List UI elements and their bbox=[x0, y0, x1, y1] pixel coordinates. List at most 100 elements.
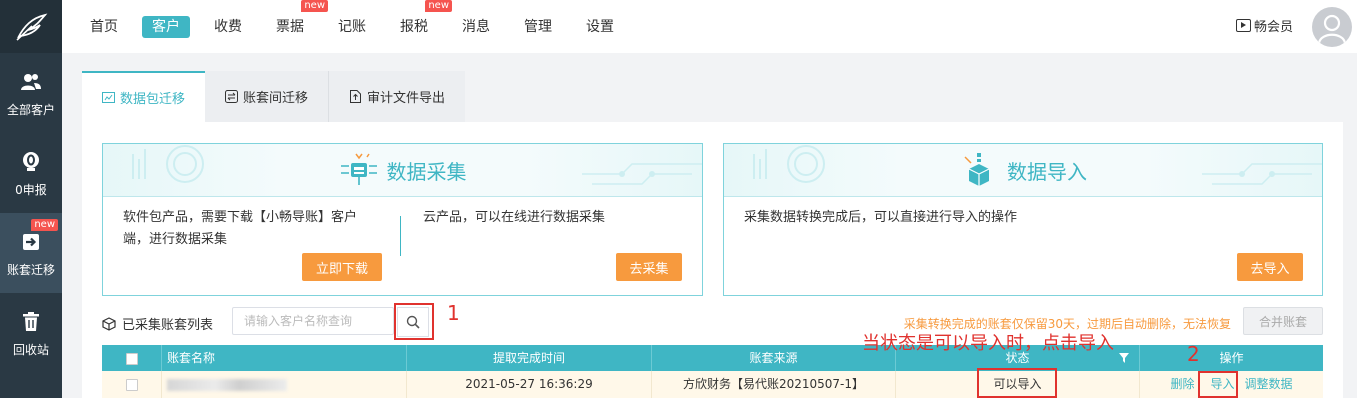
sidebar-item-label: 账套迁移 bbox=[6, 262, 55, 277]
tab-label: 审计文件导出 bbox=[367, 91, 446, 106]
sidebar-item-label: 回收站 bbox=[12, 342, 49, 357]
top-nav: 首页 客户 收费 票据 new 记账 报税 new 消息 管理 设置 畅会员 bbox=[62, 0, 1357, 53]
annotation-step-2: 2 bbox=[1187, 342, 1200, 366]
nav-label: 记账 bbox=[338, 18, 366, 35]
migration-tabs: 数据包迁移 账套间迁移 审计文件导出 bbox=[82, 71, 466, 122]
source-cell: 方欣财务【易代账20210507-1】 bbox=[652, 371, 896, 398]
th-name: 账套名称 bbox=[162, 345, 407, 371]
tab-data-package-migration[interactable]: 数据包迁移 bbox=[82, 71, 206, 122]
new-badge: new bbox=[301, 0, 328, 12]
sidebar-item-ledger-migration[interactable]: new 账套迁移 bbox=[0, 213, 62, 293]
merge-ledgers-button[interactable]: 合并账套 bbox=[1243, 307, 1323, 335]
nav-label: 客户 bbox=[152, 18, 180, 35]
ledger-table: 账套名称 提取完成时间 账套来源 状态 操作 2021-05-27 16:36:… bbox=[102, 345, 1323, 398]
sidebar-item-label: 0申报 bbox=[15, 182, 47, 197]
migrate-icon bbox=[21, 229, 41, 255]
go-collect-button[interactable]: 去采集 bbox=[616, 253, 682, 281]
circuit-decoration-icon bbox=[132, 145, 204, 183]
card-header: 数据采集 bbox=[103, 144, 702, 197]
import-description-text: 采集数据转换完成后，可以直接进行导入的操作 bbox=[744, 210, 1018, 225]
list-title-text: 已采集账套列表 bbox=[122, 318, 214, 333]
chart-icon bbox=[102, 92, 115, 103]
text-line: 端，进行数据采集 bbox=[123, 232, 228, 247]
row-select-cell bbox=[102, 371, 162, 398]
row-checkbox[interactable] bbox=[125, 378, 138, 391]
delete-link[interactable]: 删除 bbox=[1170, 377, 1194, 391]
feather-logo-icon bbox=[16, 13, 48, 41]
nav-label: 管理 bbox=[524, 18, 552, 35]
table-row: 2021-05-27 16:36:29 方欣财务【易代账20210507-1】 … bbox=[102, 371, 1323, 398]
nav-item-tax[interactable]: 报税 new bbox=[390, 0, 452, 38]
new-badge: new bbox=[425, 0, 452, 12]
circuit-decoration-icon bbox=[753, 145, 825, 183]
customer-search-input[interactable]: 请输入客户名称查询 bbox=[232, 307, 394, 335]
nav-item-messages[interactable]: 消息 bbox=[452, 16, 500, 38]
vip-label: 畅会员 bbox=[1253, 20, 1293, 35]
sidebar-item-all-customers[interactable]: 全部客户 bbox=[0, 53, 62, 133]
nav-label: 报税 bbox=[400, 18, 428, 35]
select-all-checkbox[interactable] bbox=[125, 352, 138, 365]
users-icon bbox=[20, 69, 42, 95]
tab-audit-export[interactable]: 审计文件导出 bbox=[329, 71, 465, 122]
th-ops: 操作 bbox=[1219, 351, 1244, 365]
extract-time-cell: 2021-05-27 16:36:29 bbox=[407, 371, 652, 398]
nav-item-manage[interactable]: 管理 bbox=[514, 16, 562, 38]
trash-icon bbox=[22, 309, 40, 335]
card-header: 数据导入 bbox=[724, 144, 1322, 197]
ledger-name-cell bbox=[162, 371, 407, 398]
main-content: 数据采集 软件包产品，需要下载【小畅导账】客户 端，进行数据采集 云产品，可以在… bbox=[82, 122, 1343, 398]
zero-declare-icon bbox=[21, 149, 41, 175]
nav-item-bookkeeping[interactable]: 记账 bbox=[328, 16, 376, 38]
circuit-decoration-icon bbox=[1202, 163, 1322, 185]
sidebar-item-zero-declare[interactable]: 0申报 bbox=[0, 133, 62, 213]
new-badge: new bbox=[31, 219, 58, 231]
data-import-icon bbox=[964, 153, 990, 186]
nav-item-customers[interactable]: 客户 bbox=[142, 15, 190, 38]
annotation-note: 当状态是可以导入时，点击导入 bbox=[862, 333, 1114, 354]
th-source: 账套来源 bbox=[652, 345, 896, 371]
nav-item-settings[interactable]: 设置 bbox=[576, 16, 624, 38]
nav-item-fees[interactable]: 收费 bbox=[204, 16, 252, 38]
divider bbox=[400, 216, 401, 256]
annotation-box-search bbox=[394, 303, 434, 340]
file-export-icon bbox=[350, 90, 362, 103]
table-header: 账套名称 提取完成时间 账套来源 状态 操作 bbox=[102, 345, 1323, 371]
cloud-product-text: 云产品，可以在线进行数据采集 bbox=[423, 210, 606, 225]
th-time: 提取完成时间 bbox=[407, 345, 652, 371]
text-line: 软件包产品，需要下载【小畅导账】客户 bbox=[123, 210, 358, 225]
nav-item-home[interactable]: 首页 bbox=[80, 16, 128, 38]
box-icon bbox=[102, 316, 116, 331]
nav-label: 首页 bbox=[90, 18, 118, 35]
collected-ledger-list-title: 已采集账套列表 bbox=[102, 314, 213, 333]
tab-ledger-migration[interactable]: 账套间迁移 bbox=[205, 71, 330, 122]
tab-label: 账套间迁移 bbox=[243, 91, 309, 106]
nav-label: 消息 bbox=[462, 18, 490, 35]
adjust-data-link[interactable]: 调整数据 bbox=[1245, 377, 1293, 391]
nav-label: 票据 bbox=[276, 18, 304, 35]
sidebar-item-recycle-bin[interactable]: 回收站 bbox=[0, 293, 62, 373]
sidebar: 全部客户 0申报 new 账套迁移 回收站 bbox=[0, 0, 62, 398]
go-import-button[interactable]: 去导入 bbox=[1237, 253, 1303, 281]
annotation-box-status bbox=[977, 368, 1057, 398]
nav-item-bills[interactable]: 票据 new bbox=[266, 0, 328, 38]
avatar[interactable] bbox=[1312, 7, 1352, 47]
download-now-button[interactable]: 立即下载 bbox=[302, 253, 382, 281]
circuit-decoration-icon bbox=[582, 163, 702, 185]
select-all-cell bbox=[102, 345, 162, 371]
card-title: 数据采集 bbox=[386, 159, 467, 184]
filter-icon[interactable] bbox=[1119, 353, 1129, 363]
tab-label: 数据包迁移 bbox=[120, 92, 186, 107]
play-icon bbox=[1235, 19, 1251, 32]
annotation-box-import bbox=[1198, 371, 1238, 398]
user-avatar-icon bbox=[1317, 14, 1347, 44]
vip-link[interactable]: 畅会员 bbox=[1235, 16, 1293, 35]
data-collect-icon bbox=[340, 153, 377, 185]
nav-label: 收费 bbox=[214, 18, 242, 35]
app-logo[interactable] bbox=[0, 0, 62, 53]
blurred-ledger-name bbox=[167, 378, 287, 391]
sidebar-item-label: 全部客户 bbox=[6, 102, 55, 117]
transfer-icon bbox=[225, 90, 239, 103]
software-package-text: 软件包产品，需要下载【小畅导账】客户 端，进行数据采集 bbox=[123, 207, 357, 251]
data-collect-card: 数据采集 软件包产品，需要下载【小畅导账】客户 端，进行数据采集 云产品，可以在… bbox=[102, 143, 703, 296]
nav-label: 设置 bbox=[586, 18, 614, 35]
